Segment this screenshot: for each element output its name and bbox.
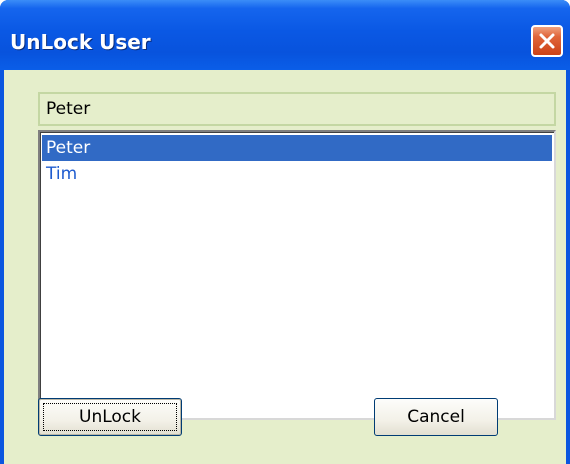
user-name-field[interactable] xyxy=(38,92,556,126)
title-bar[interactable]: UnLock User xyxy=(0,0,570,70)
unlock-button[interactable]: UnLock xyxy=(38,398,182,436)
unlock-user-dialog: UnLock User Peter Tim UnLock Cancel xyxy=(0,0,570,464)
close-button[interactable] xyxy=(531,25,563,57)
cancel-button[interactable]: Cancel xyxy=(374,398,498,436)
user-list-item-peter[interactable]: Peter xyxy=(42,135,552,161)
dialog-body: Peter Tim UnLock Cancel xyxy=(4,70,566,464)
cancel-button-label: Cancel xyxy=(407,407,465,427)
user-list-item-tim[interactable]: Tim xyxy=(42,161,552,187)
close-icon xyxy=(539,33,555,49)
user-list[interactable]: Peter Tim xyxy=(38,130,556,420)
dialog-title: UnLock User xyxy=(10,30,151,54)
unlock-button-label: UnLock xyxy=(79,407,141,427)
